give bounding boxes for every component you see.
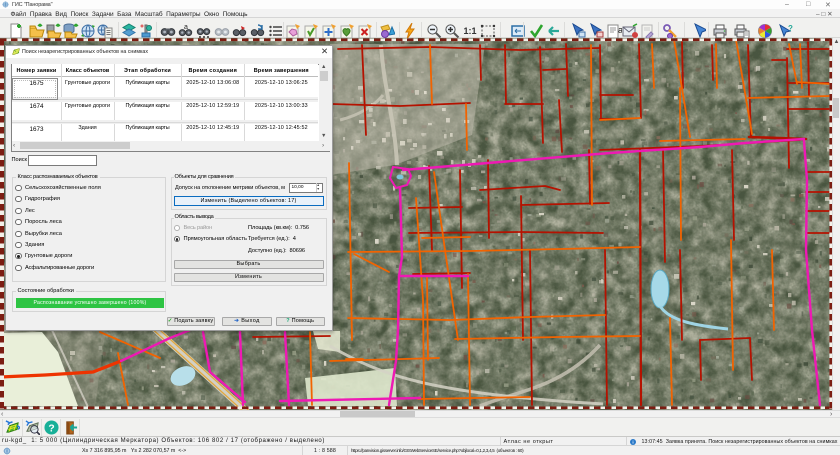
svg-text:a: a (184, 24, 188, 31)
svg-text:1:1: 1:1 (463, 26, 476, 36)
svg-text:?: ? (788, 24, 793, 33)
svg-text:?: ? (48, 423, 54, 434)
